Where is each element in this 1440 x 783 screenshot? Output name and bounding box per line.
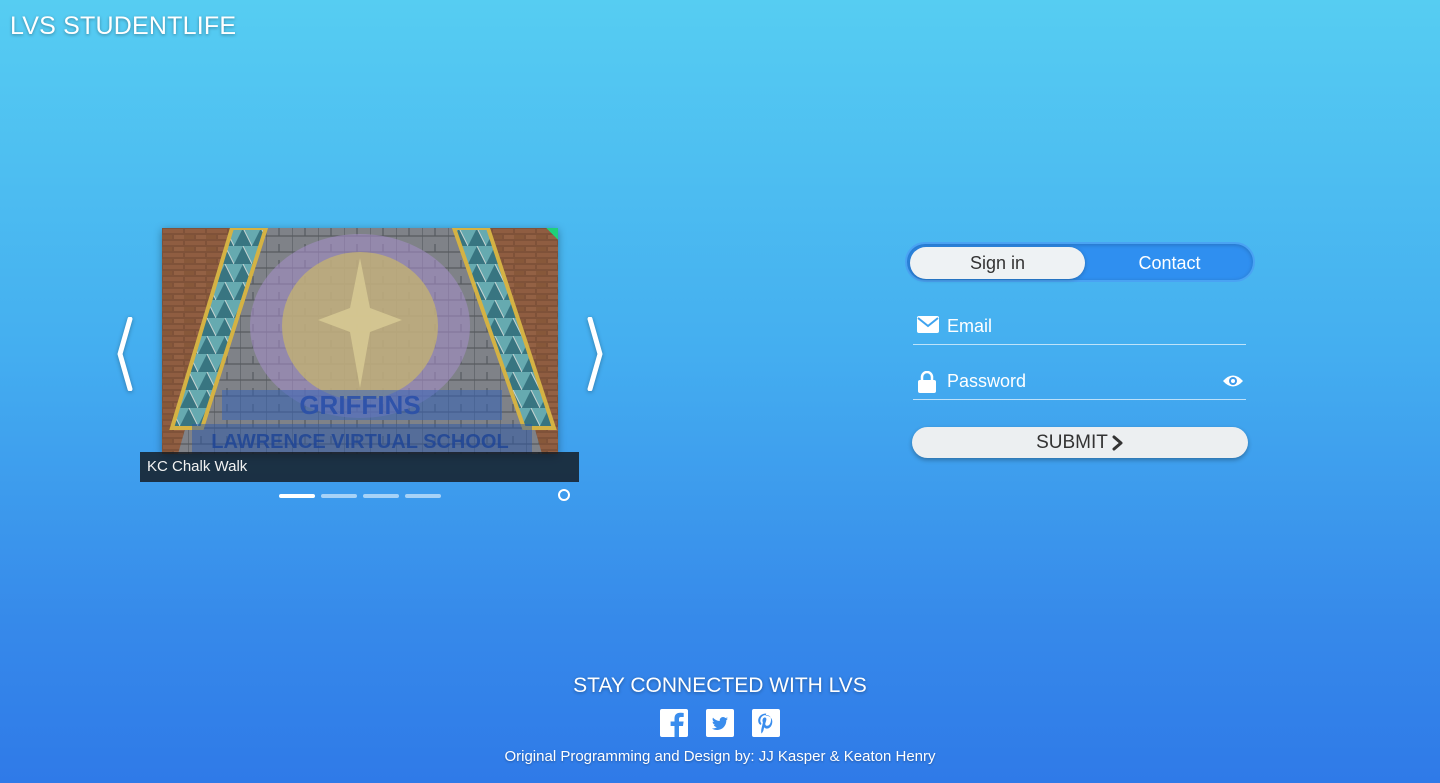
email-field xyxy=(913,309,1246,345)
lock-icon xyxy=(918,371,936,393)
eye-icon[interactable] xyxy=(1222,374,1244,388)
slide-corner-badge xyxy=(546,228,558,240)
carousel-prev-button[interactable] xyxy=(110,314,140,394)
password-field xyxy=(913,364,1246,400)
login-tabs: Sign in Contact xyxy=(905,242,1255,282)
chevron-right-icon xyxy=(1112,435,1123,450)
image-carousel: GRIFFINS LAWRENCE VIRTUAL SCHOOL KC Chal… xyxy=(110,228,610,508)
carousel-next-button[interactable] xyxy=(580,314,610,394)
carousel-indicator-4[interactable] xyxy=(405,494,441,498)
slide-caption: KC Chalk Walk xyxy=(140,452,579,482)
submit-label: SUBMIT xyxy=(1036,431,1108,453)
envelope-icon xyxy=(917,316,939,333)
carousel-indicator-2[interactable] xyxy=(321,494,357,498)
footer: STAY CONNECTED WITH LVS Original Program… xyxy=(0,674,1440,765)
carousel-indicators xyxy=(279,494,441,498)
site-title: LVS STUDENTLIFE xyxy=(10,12,237,40)
carousel-indicator-1[interactable] xyxy=(279,494,315,498)
footer-credit: Original Programming and Design by: JJ K… xyxy=(504,748,936,765)
login-panel: Sign in Contact SUBMIT xyxy=(905,242,1255,458)
carousel-indicator-3[interactable] xyxy=(363,494,399,498)
email-input[interactable] xyxy=(947,311,1207,341)
tab-sign-in[interactable]: Sign in xyxy=(910,247,1085,279)
social-links xyxy=(0,708,1440,738)
submit-button[interactable]: SUBMIT xyxy=(912,427,1248,458)
facebook-icon[interactable] xyxy=(659,708,689,738)
chevron-left-icon xyxy=(117,317,133,391)
pinterest-icon[interactable] xyxy=(751,708,781,738)
twitter-icon[interactable] xyxy=(705,708,735,738)
password-input[interactable] xyxy=(947,366,1207,396)
tab-contact[interactable]: Contact xyxy=(1082,247,1257,279)
footer-title: STAY CONNECTED WITH LVS xyxy=(573,674,867,697)
carousel-pause-button[interactable] xyxy=(558,489,570,501)
chevron-right-icon xyxy=(587,317,603,391)
carousel-slide-image: GRIFFINS LAWRENCE VIRTUAL SCHOOL xyxy=(162,228,558,454)
